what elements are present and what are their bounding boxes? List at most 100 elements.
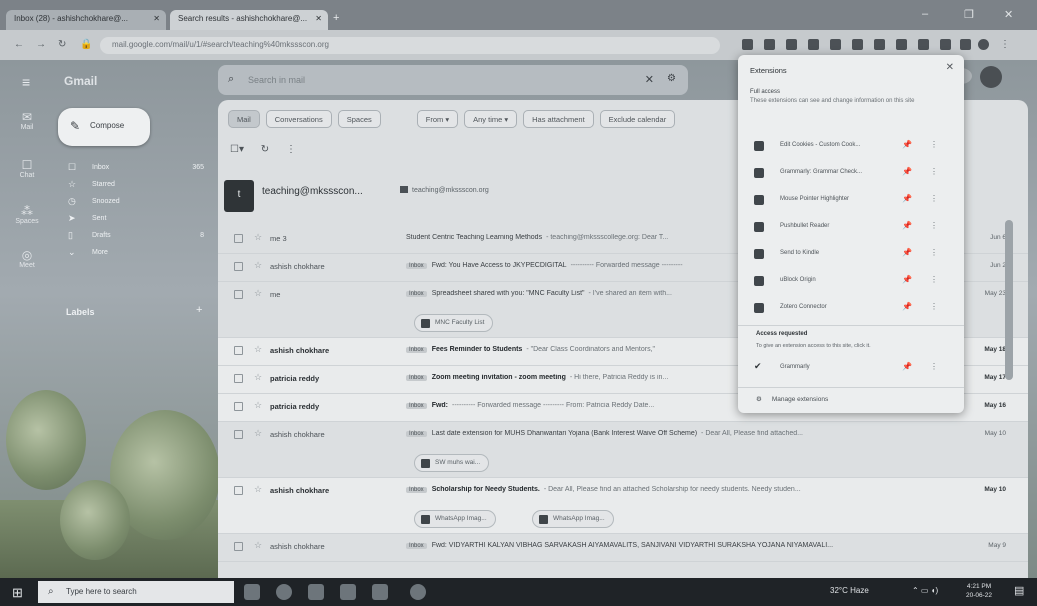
extension-icon[interactable] (830, 39, 841, 50)
clear-search-icon[interactable]: ✕ (645, 73, 654, 86)
row-checkbox[interactable] (234, 542, 243, 551)
pin-icon[interactable]: 📌 (902, 140, 912, 149)
folder-starred[interactable]: ☆ Starred (60, 177, 210, 194)
folder-snoozed[interactable]: ◷ Snoozed (60, 194, 210, 211)
extension-item[interactable]: Zotero Connector 📌 ⋮ (738, 295, 964, 322)
attachment-chip[interactable]: SW muhs wai... (414, 454, 490, 472)
row-checkbox[interactable] (234, 234, 243, 243)
browser-tab-inbox[interactable]: Inbox (28) - ashishchokhare@... ✕ (6, 10, 166, 30)
tab-close-icon[interactable]: ✕ (153, 14, 160, 23)
rail-mail[interactable]: ✉ Mail (12, 110, 42, 131)
email-row[interactable]: ☆ ashish chokhare Inbox Last date extension… (218, 422, 1028, 478)
taskbar-clock[interactable]: 4:21 PM 20-06-22 (966, 582, 992, 600)
more-options-icon[interactable]: ⋮ (930, 275, 938, 284)
account-avatar[interactable] (980, 66, 1002, 88)
extension-item[interactable]: Send to Kindle 📌 ⋮ (738, 241, 964, 268)
lock-icon[interactable]: 🔒 (80, 39, 92, 50)
more-options-icon[interactable]: ⋮ (930, 167, 938, 176)
minimize-icon[interactable]: – (922, 8, 928, 20)
chrome-icon[interactable] (410, 584, 426, 600)
attachment-chip[interactable]: MNC Faculty List (414, 314, 494, 332)
inbox-label-badge[interactable]: Inbox (406, 263, 427, 269)
pin-icon[interactable]: 📌 (902, 194, 912, 203)
extension-item[interactable]: Mouse Pointer Highlighter 📌 ⋮ (738, 187, 964, 214)
star-icon[interactable]: ☆ (254, 428, 262, 439)
star-icon[interactable]: ☆ (254, 484, 262, 495)
back-icon[interactable]: ← (14, 39, 24, 50)
file-explorer-icon[interactable] (372, 584, 388, 600)
extension-item[interactable]: ✔ Grammarly 📌 ⋮ (738, 355, 964, 382)
extension-icon[interactable] (852, 39, 863, 50)
chip-from[interactable]: From ▾ (416, 110, 459, 128)
windows-start-icon[interactable]: ⊞ (12, 585, 23, 601)
sidebar-icon[interactable] (960, 39, 971, 50)
taskbar-search-input[interactable]: Type here to search (66, 587, 137, 596)
pin-icon[interactable]: 📌 (902, 221, 912, 230)
row-checkbox[interactable] (234, 290, 243, 299)
new-tab-button[interactable]: + (333, 12, 339, 24)
attachment-chip[interactable]: WhatsApp Imag... (414, 510, 496, 528)
main-menu-icon[interactable]: ≡ (22, 74, 30, 90)
chip-any-time[interactable]: Any time ▾ (464, 110, 518, 128)
tray-icons[interactable]: ⌃ ▭ ◖) (912, 586, 938, 595)
chip-has-attachment[interactable]: Has attachment (523, 110, 594, 128)
extension-icon[interactable] (808, 39, 819, 50)
top-result-contact[interactable]: t teaching@mkssscon... teaching@mkssscon… (224, 176, 744, 216)
row-checkbox[interactable] (234, 402, 243, 411)
extension-icon[interactable] (742, 39, 753, 50)
folder-more[interactable]: ⌄ More (60, 245, 210, 262)
star-icon[interactable]: ☆ (254, 232, 262, 243)
edge-icon[interactable] (276, 584, 292, 600)
rail-spaces[interactable]: ⁂ Spaces (12, 204, 42, 225)
pin-icon[interactable]: 📌 (902, 248, 912, 257)
maximize-icon[interactable]: ❐ (964, 8, 974, 21)
rail-chat[interactable]: ☐ Chat (12, 158, 42, 179)
search-bar[interactable]: ⌕ Search in mail ✕ ⚙ (218, 65, 688, 95)
pin-icon[interactable]: 📌 (902, 275, 912, 284)
attachment-chip[interactable]: WhatsApp Imag... (532, 510, 614, 528)
inbox-label-badge[interactable]: Inbox (406, 487, 427, 493)
folder-drafts[interactable]: ▯ Drafts 8 (60, 228, 210, 245)
compose-button[interactable]: ✎ Compose (58, 108, 150, 146)
chip-spaces[interactable]: Spaces (337, 110, 381, 128)
star-icon[interactable]: ☆ (254, 400, 262, 411)
star-icon[interactable]: ☆ (254, 260, 262, 271)
pin-icon[interactable]: 📌 (902, 167, 912, 176)
more-options-icon[interactable]: ⋮ (930, 248, 938, 257)
search-input[interactable]: Search in mail (248, 75, 305, 85)
inbox-label-badge[interactable]: Inbox (406, 431, 427, 437)
close-icon[interactable]: ✕ (946, 62, 954, 73)
row-checkbox[interactable] (234, 262, 243, 271)
inbox-label-badge[interactable]: Inbox (406, 291, 427, 297)
task-view-icon[interactable] (244, 584, 260, 600)
star-icon[interactable]: ☆ (254, 372, 262, 383)
gmail-logo[interactable]: Gmail (64, 74, 97, 88)
weather-widget[interactable]: 32°C Haze (830, 586, 869, 595)
manage-extensions-link[interactable]: ⚙ Manage extensions (756, 395, 828, 403)
extension-icon[interactable] (764, 39, 775, 50)
reload-icon[interactable]: ↻ (58, 39, 66, 50)
folder-sent[interactable]: ➤ Sent (60, 211, 210, 228)
pin-icon[interactable]: 📌 (902, 302, 912, 311)
tab-close-icon[interactable]: ✕ (315, 14, 322, 23)
search-options-icon[interactable]: ⚙ (667, 73, 676, 84)
firefox-icon[interactable] (308, 584, 324, 600)
inbox-label-badge[interactable]: Inbox (406, 375, 427, 381)
more-options-icon[interactable]: ⋮ (930, 302, 938, 311)
extension-icon[interactable] (918, 39, 929, 50)
more-options-icon[interactable]: ⋮ (286, 144, 296, 155)
store-icon[interactable] (340, 584, 356, 600)
extension-icon[interactable] (896, 39, 907, 50)
profile-avatar[interactable] (978, 39, 989, 50)
extension-item[interactable]: Edit Cookies - Custom Cook... 📌 ⋮ (738, 133, 964, 160)
star-icon[interactable]: ☆ (254, 344, 262, 355)
extension-item[interactable]: Grammarly: Grammar Check... 📌 ⋮ (738, 160, 964, 187)
row-checkbox[interactable] (234, 430, 243, 439)
browser-menu-icon[interactable]: ⋮ (1000, 39, 1010, 50)
more-options-icon[interactable]: ⋮ (930, 362, 938, 371)
refresh-icon[interactable]: ↻ (261, 144, 269, 155)
notification-icon[interactable]: ▤ (1014, 584, 1024, 597)
rail-meet[interactable]: ◎ Meet (12, 248, 42, 269)
inbox-label-badge[interactable]: Inbox (406, 543, 427, 549)
folder-inbox[interactable]: ☐ Inbox 365 (60, 160, 210, 177)
